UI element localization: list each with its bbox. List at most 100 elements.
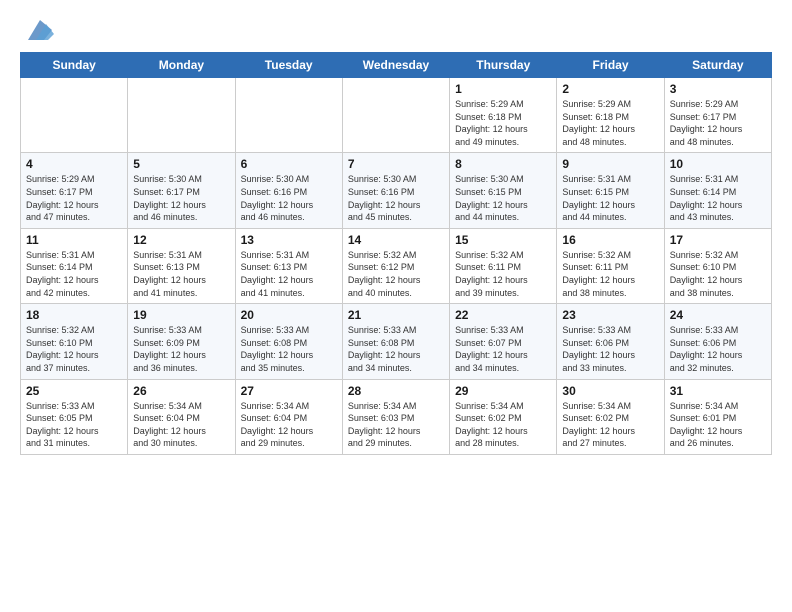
day-info: Sunrise: 5:33 AM Sunset: 6:08 PM Dayligh… (241, 324, 337, 374)
calendar-day-3: 3Sunrise: 5:29 AM Sunset: 6:17 PM Daylig… (664, 78, 771, 153)
day-info: Sunrise: 5:31 AM Sunset: 6:14 PM Dayligh… (26, 249, 122, 299)
day-number: 3 (670, 82, 766, 96)
calendar-week-1: 1 Sunrise: 5:29 AM Sunset: 6:18 PM Daylig… (21, 78, 772, 153)
calendar-header: SundayMondayTuesdayWednesdayThursdayFrid… (21, 53, 772, 78)
day-info: Sunrise: 5:33 AM Sunset: 6:06 PM Dayligh… (562, 324, 658, 374)
empty-cell (21, 78, 128, 153)
day-header-monday: Monday (128, 53, 235, 78)
day-info: Sunrise: 5:32 AM Sunset: 6:11 PM Dayligh… (455, 249, 551, 299)
day-info: Sunrise: 5:31 AM Sunset: 6:15 PM Dayligh… (562, 173, 658, 223)
calendar-day-31: 31 Sunrise: 5:34 AM Sunset: 6:01 PM Dayli… (664, 379, 771, 454)
day-header-friday: Friday (557, 53, 664, 78)
day-number: 17 (670, 233, 766, 247)
day-info: Sunrise: 5:31 AM Sunset: 6:13 PM Dayligh… (133, 249, 229, 299)
calendar-day-30: 30Sunrise: 5:34 AM Sunset: 6:02 PM Dayli… (557, 379, 664, 454)
day-number: 20 (241, 308, 337, 322)
calendar-body: 1 Sunrise: 5:29 AM Sunset: 6:18 PM Daylig… (21, 78, 772, 455)
calendar-day-9: 9 Sunrise: 5:31 AM Sunset: 6:15 PM Daylig… (557, 153, 664, 228)
calendar-day-25: 25Sunrise: 5:33 AM Sunset: 6:05 PM Dayli… (21, 379, 128, 454)
day-number: 15 (455, 233, 551, 247)
day-number: 5 (133, 157, 229, 171)
calendar-day-6: 6 Sunrise: 5:30 AM Sunset: 6:16 PM Daylig… (235, 153, 342, 228)
logo-icon (24, 16, 56, 44)
day-info: Sunrise: 5:34 AM Sunset: 6:01 PM Dayligh… (670, 400, 766, 450)
day-info: Sunrise: 5:29 AM Sunset: 6:18 PM Dayligh… (562, 98, 658, 148)
day-number: 21 (348, 308, 444, 322)
calendar-day-22: 22Sunrise: 5:33 AM Sunset: 6:07 PM Dayli… (450, 304, 557, 379)
calendar-day-13: 13 Sunrise: 5:31 AM Sunset: 6:13 PM Dayli… (235, 228, 342, 303)
day-info: Sunrise: 5:29 AM Sunset: 6:18 PM Dayligh… (455, 98, 551, 148)
day-info: Sunrise: 5:31 AM Sunset: 6:14 PM Dayligh… (670, 173, 766, 223)
calendar-day-27: 27 Sunrise: 5:34 AM Sunset: 6:04 PM Dayli… (235, 379, 342, 454)
day-number: 27 (241, 384, 337, 398)
calendar-week-2: 4 Sunrise: 5:29 AM Sunset: 6:17 PM Daylig… (21, 153, 772, 228)
logo (20, 16, 56, 44)
day-info: Sunrise: 5:30 AM Sunset: 6:16 PM Dayligh… (348, 173, 444, 223)
day-info: Sunrise: 5:33 AM Sunset: 6:06 PM Dayligh… (670, 324, 766, 374)
empty-cell (235, 78, 342, 153)
calendar-day-7: 7Sunrise: 5:30 AM Sunset: 6:16 PM Daylig… (342, 153, 449, 228)
calendar-day-2: 2 Sunrise: 5:29 AM Sunset: 6:18 PM Daylig… (557, 78, 664, 153)
day-info: Sunrise: 5:33 AM Sunset: 6:07 PM Dayligh… (455, 324, 551, 374)
day-number: 4 (26, 157, 122, 171)
day-number: 13 (241, 233, 337, 247)
day-info: Sunrise: 5:32 AM Sunset: 6:12 PM Dayligh… (348, 249, 444, 299)
day-info: Sunrise: 5:32 AM Sunset: 6:10 PM Dayligh… (26, 324, 122, 374)
day-info: Sunrise: 5:33 AM Sunset: 6:09 PM Dayligh… (133, 324, 229, 374)
day-number: 23 (562, 308, 658, 322)
calendar-day-24: 24 Sunrise: 5:33 AM Sunset: 6:06 PM Dayli… (664, 304, 771, 379)
day-headers-row: SundayMondayTuesdayWednesdayThursdayFrid… (21, 53, 772, 78)
calendar-day-28: 28Sunrise: 5:34 AM Sunset: 6:03 PM Dayli… (342, 379, 449, 454)
calendar-day-11: 11Sunrise: 5:31 AM Sunset: 6:14 PM Dayli… (21, 228, 128, 303)
day-number: 29 (455, 384, 551, 398)
empty-cell (128, 78, 235, 153)
day-info: Sunrise: 5:30 AM Sunset: 6:17 PM Dayligh… (133, 173, 229, 223)
day-number: 24 (670, 308, 766, 322)
day-number: 16 (562, 233, 658, 247)
day-info: Sunrise: 5:29 AM Sunset: 6:17 PM Dayligh… (26, 173, 122, 223)
day-number: 9 (562, 157, 658, 171)
day-info: Sunrise: 5:34 AM Sunset: 6:03 PM Dayligh… (348, 400, 444, 450)
calendar-day-26: 26 Sunrise: 5:34 AM Sunset: 6:04 PM Dayli… (128, 379, 235, 454)
day-number: 31 (670, 384, 766, 398)
calendar-day-10: 10 Sunrise: 5:31 AM Sunset: 6:14 PM Dayli… (664, 153, 771, 228)
day-info: Sunrise: 5:34 AM Sunset: 6:04 PM Dayligh… (241, 400, 337, 450)
day-number: 18 (26, 308, 122, 322)
day-info: Sunrise: 5:32 AM Sunset: 6:10 PM Dayligh… (670, 249, 766, 299)
calendar-day-29: 29 Sunrise: 5:34 AM Sunset: 6:02 PM Dayli… (450, 379, 557, 454)
day-number: 26 (133, 384, 229, 398)
day-number: 19 (133, 308, 229, 322)
day-number: 10 (670, 157, 766, 171)
day-number: 6 (241, 157, 337, 171)
calendar-day-21: 21 Sunrise: 5:33 AM Sunset: 6:08 PM Dayli… (342, 304, 449, 379)
day-info: Sunrise: 5:31 AM Sunset: 6:13 PM Dayligh… (241, 249, 337, 299)
day-info: Sunrise: 5:33 AM Sunset: 6:05 PM Dayligh… (26, 400, 122, 450)
day-info: Sunrise: 5:30 AM Sunset: 6:15 PM Dayligh… (455, 173, 551, 223)
day-info: Sunrise: 5:30 AM Sunset: 6:16 PM Dayligh… (241, 173, 337, 223)
day-header-thursday: Thursday (450, 53, 557, 78)
calendar-day-4: 4 Sunrise: 5:29 AM Sunset: 6:17 PM Daylig… (21, 153, 128, 228)
day-number: 1 (455, 82, 551, 96)
day-header-saturday: Saturday (664, 53, 771, 78)
calendar-week-3: 11Sunrise: 5:31 AM Sunset: 6:14 PM Dayli… (21, 228, 772, 303)
calendar-day-5: 5 Sunrise: 5:30 AM Sunset: 6:17 PM Daylig… (128, 153, 235, 228)
day-header-wednesday: Wednesday (342, 53, 449, 78)
calendar-day-18: 18 Sunrise: 5:32 AM Sunset: 6:10 PM Dayli… (21, 304, 128, 379)
day-number: 2 (562, 82, 658, 96)
calendar-day-14: 14 Sunrise: 5:32 AM Sunset: 6:12 PM Dayli… (342, 228, 449, 303)
day-info: Sunrise: 5:34 AM Sunset: 6:02 PM Dayligh… (455, 400, 551, 450)
day-info: Sunrise: 5:33 AM Sunset: 6:08 PM Dayligh… (348, 324, 444, 374)
day-number: 14 (348, 233, 444, 247)
day-header-sunday: Sunday (21, 53, 128, 78)
calendar-day-19: 19 Sunrise: 5:33 AM Sunset: 6:09 PM Dayli… (128, 304, 235, 379)
calendar-week-5: 25Sunrise: 5:33 AM Sunset: 6:05 PM Dayli… (21, 379, 772, 454)
calendar-week-4: 18 Sunrise: 5:32 AM Sunset: 6:10 PM Dayli… (21, 304, 772, 379)
calendar-day-12: 12 Sunrise: 5:31 AM Sunset: 6:13 PM Dayli… (128, 228, 235, 303)
day-number: 30 (562, 384, 658, 398)
calendar-day-16: 16 Sunrise: 5:32 AM Sunset: 6:11 PM Dayli… (557, 228, 664, 303)
empty-cell (342, 78, 449, 153)
calendar-day-8: 8Sunrise: 5:30 AM Sunset: 6:15 PM Daylig… (450, 153, 557, 228)
day-info: Sunrise: 5:32 AM Sunset: 6:11 PM Dayligh… (562, 249, 658, 299)
day-info: Sunrise: 5:34 AM Sunset: 6:04 PM Dayligh… (133, 400, 229, 450)
day-number: 12 (133, 233, 229, 247)
